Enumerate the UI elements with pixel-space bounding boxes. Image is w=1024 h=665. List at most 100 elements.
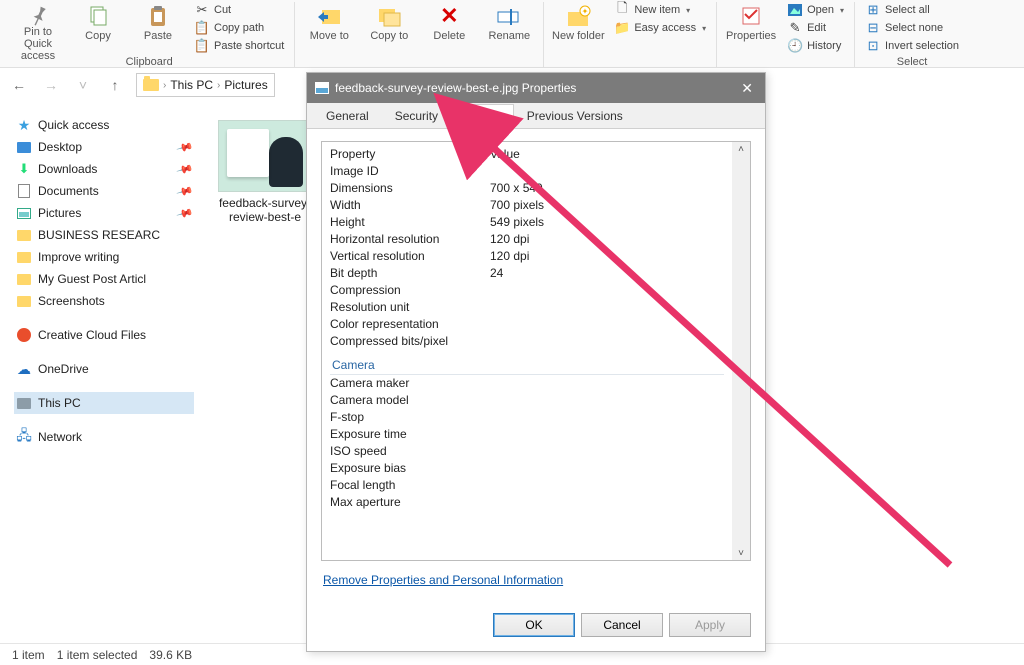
paste-shortcut-button[interactable]: 📋Paste shortcut xyxy=(190,38,288,54)
details-header: Property Value xyxy=(330,146,724,163)
details-row[interactable]: Vertical resolution120 dpi xyxy=(330,248,724,265)
details-row[interactable]: Dimensions700 x 549 xyxy=(330,180,724,197)
property-value: 700 pixels xyxy=(490,197,724,214)
copy-to-button[interactable]: Copy to xyxy=(361,2,417,54)
paste-button[interactable]: Paste xyxy=(130,2,186,54)
details-row[interactable]: Exposure time xyxy=(330,426,724,443)
sidebar-documents[interactable]: Documents📌 xyxy=(14,180,194,202)
details-row[interactable]: Horizontal resolution120 dpi xyxy=(330,231,724,248)
property-name: Vertical resolution xyxy=(330,248,490,265)
scroll-down-icon[interactable]: ˅ xyxy=(734,546,748,560)
apply-button[interactable]: Apply xyxy=(669,613,751,637)
chevron-down-icon: ▾ xyxy=(840,6,844,15)
property-name: Width xyxy=(330,197,490,214)
edit-button[interactable]: ✎Edit xyxy=(783,20,848,36)
pin-to-quick-access-button[interactable]: Pin to Quick access xyxy=(10,2,66,54)
new-item-button[interactable]: 🗋New item▾ xyxy=(610,2,710,18)
sidebar-folder[interactable]: BUSINESS RESEARC xyxy=(14,224,194,246)
new-folder-button[interactable]: ✦New folder xyxy=(550,2,606,54)
dialog-buttons: OK Cancel Apply xyxy=(307,603,765,651)
ok-button[interactable]: OK xyxy=(493,613,575,637)
select-all-button[interactable]: ⊞Select all xyxy=(861,2,963,18)
sidebar-folder[interactable]: Improve writing xyxy=(14,246,194,268)
paste-shortcut-icon: 📋 xyxy=(194,38,210,54)
sidebar-desktop[interactable]: Desktop📌 xyxy=(14,136,194,158)
paste-label: Paste xyxy=(144,30,172,42)
details-row[interactable]: Bit depth24 xyxy=(330,265,724,282)
easy-access-icon: 📁 xyxy=(614,20,630,36)
details-row[interactable]: F-stop xyxy=(330,409,724,426)
invert-selection-button[interactable]: ⊡Invert selection xyxy=(861,38,963,54)
history-button[interactable]: 🕘History xyxy=(783,38,848,54)
status-size: 39.6 KB xyxy=(149,648,192,662)
dialog-titlebar[interactable]: feedback-survey-review-best-e.jpg Proper… xyxy=(307,73,765,103)
recent-button[interactable]: ˅ xyxy=(72,74,94,96)
sidebar-creative-cloud[interactable]: Creative Cloud Files xyxy=(14,324,194,346)
folder-icon xyxy=(16,249,32,265)
details-row[interactable]: Exposure bias xyxy=(330,460,724,477)
sidebar-downloads[interactable]: ⬇Downloads📌 xyxy=(14,158,194,180)
breadcrumb[interactable]: › This PC › Pictures xyxy=(136,73,275,97)
file-item[interactable]: feedback-survey-review-best-e xyxy=(210,120,320,224)
scrollbar[interactable]: ˄ ˅ xyxy=(732,142,750,560)
star-icon: ★ xyxy=(16,117,32,133)
details-row[interactable]: Max aperture xyxy=(330,494,724,511)
open-button[interactable]: Open▾ xyxy=(783,2,848,18)
property-name: Horizontal resolution xyxy=(330,231,490,248)
breadcrumb-folder[interactable]: Pictures xyxy=(224,78,267,92)
open-icon xyxy=(787,2,803,18)
property-name: ISO speed xyxy=(330,443,490,460)
delete-button[interactable]: ✕Delete xyxy=(421,2,477,54)
sidebar-folder[interactable]: My Guest Post Articl xyxy=(14,268,194,290)
details-row[interactable]: Camera model xyxy=(330,392,724,409)
cancel-button[interactable]: Cancel xyxy=(581,613,663,637)
details-row[interactable]: Compressed bits/pixel xyxy=(330,333,724,350)
details-row[interactable]: Focal length xyxy=(330,477,724,494)
properties-button[interactable]: Properties xyxy=(723,2,779,54)
remove-properties-link[interactable]: Remove Properties and Personal Informati… xyxy=(321,561,751,591)
details-row[interactable]: ISO speed xyxy=(330,443,724,460)
property-value: 120 dpi xyxy=(490,231,724,248)
pin-icon: 📌 xyxy=(176,182,194,200)
move-to-button[interactable]: Move to xyxy=(301,2,357,54)
rename-button[interactable]: Rename xyxy=(481,2,537,54)
copy-label: Copy xyxy=(85,30,111,42)
scroll-up-icon[interactable]: ˄ xyxy=(734,142,748,156)
details-row[interactable]: Camera maker xyxy=(330,375,724,392)
file-thumbnail xyxy=(218,120,312,192)
up-button[interactable]: ↑ xyxy=(104,74,126,96)
tab-details[interactable]: Details xyxy=(451,104,514,129)
tab-security[interactable]: Security xyxy=(382,103,451,128)
breadcrumb-pc[interactable]: This PC xyxy=(170,78,213,92)
sidebar-folder[interactable]: Screenshots xyxy=(14,290,194,312)
copy-button[interactable]: Copy xyxy=(70,2,126,54)
sidebar-onedrive[interactable]: ☁OneDrive xyxy=(14,358,194,380)
sidebar-quick-access[interactable]: ★Quick access xyxy=(14,114,194,136)
pc-icon xyxy=(16,395,32,411)
details-list[interactable]: Property Value Image IDDimensions700 x 5… xyxy=(321,141,751,561)
sidebar-network[interactable]: 🖧Network xyxy=(14,426,194,448)
details-row[interactable]: Color representation xyxy=(330,316,724,333)
forward-button[interactable]: → xyxy=(40,74,62,96)
easy-access-button[interactable]: 📁Easy access▾ xyxy=(610,20,710,36)
property-name: Compressed bits/pixel xyxy=(330,333,490,350)
details-row[interactable]: Width700 pixels xyxy=(330,197,724,214)
details-row[interactable]: Image ID xyxy=(330,163,724,180)
tab-general[interactable]: General xyxy=(313,103,382,128)
cut-button[interactable]: ✂Cut xyxy=(190,2,288,18)
sidebar-pictures[interactable]: Pictures📌 xyxy=(14,202,194,224)
property-name: Color representation xyxy=(330,316,490,333)
chevron-right-icon: › xyxy=(217,80,220,91)
details-row[interactable]: Height549 pixels xyxy=(330,214,724,231)
details-row[interactable]: Resolution unit xyxy=(330,299,724,316)
copy-path-button[interactable]: 📋Copy path xyxy=(190,20,288,36)
sidebar-this-pc[interactable]: This PC xyxy=(14,392,194,414)
close-button[interactable]: ✕ xyxy=(737,80,757,97)
select-none-button[interactable]: ⊟Select none xyxy=(861,20,963,36)
tab-previous-versions[interactable]: Previous Versions xyxy=(514,103,636,128)
folder-icon xyxy=(16,271,32,287)
properties-dialog: feedback-survey-review-best-e.jpg Proper… xyxy=(306,72,766,652)
back-button[interactable]: ← xyxy=(8,74,30,96)
details-row[interactable]: Compression xyxy=(330,282,724,299)
pin-icon: 📌 xyxy=(176,204,194,222)
